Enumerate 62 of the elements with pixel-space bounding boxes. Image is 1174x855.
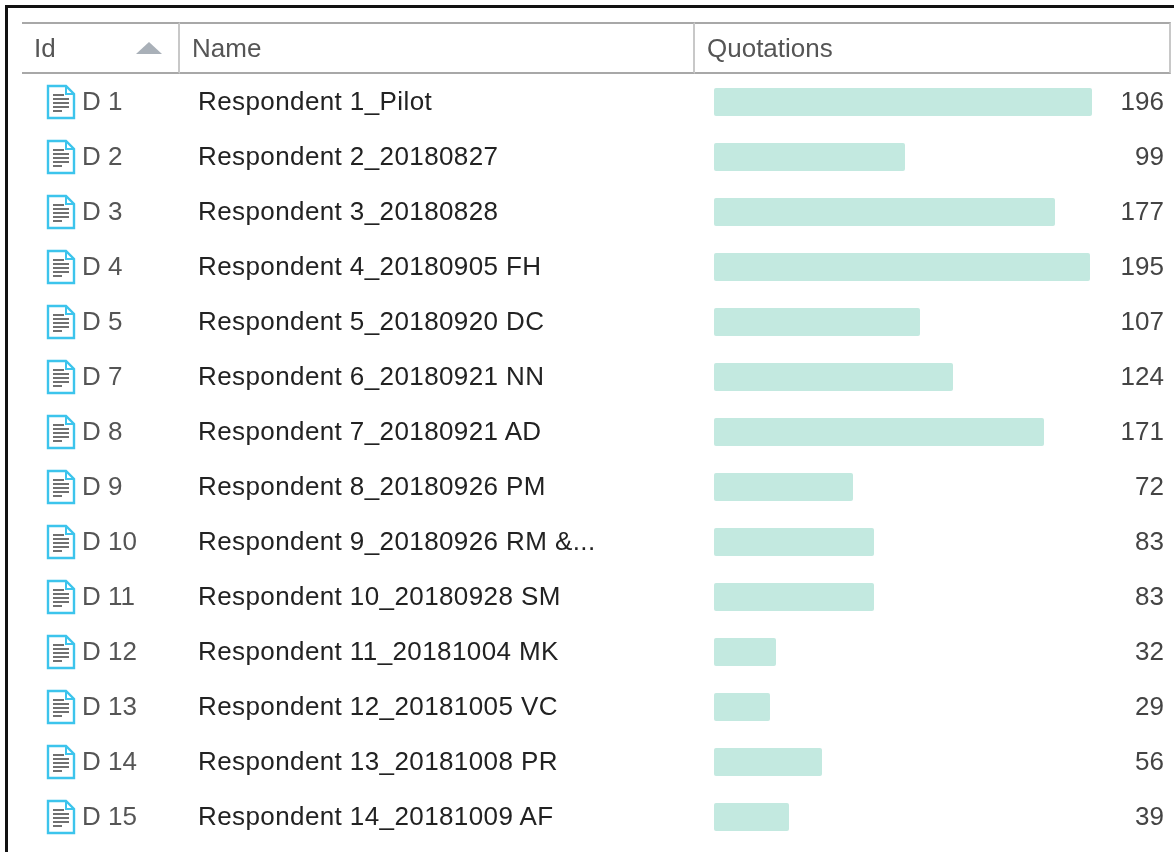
- name-cell: Respondent 13_20181008 PR: [198, 746, 558, 777]
- name-cell: Respondent 3_20180828: [198, 196, 499, 227]
- name-cell: Respondent 11_20181004 MK: [198, 636, 559, 667]
- quotation-count: 72: [1134, 471, 1164, 502]
- id-cell: D 9: [82, 471, 123, 502]
- quotation-count: 124: [1119, 361, 1164, 392]
- id-cell: D 11: [82, 581, 135, 612]
- name-cell: Respondent 5_20180920 DC: [198, 306, 545, 337]
- document-icon: [46, 633, 76, 670]
- id-cell: D 5: [82, 306, 123, 337]
- quotation-count: 83: [1134, 581, 1164, 612]
- name-cell: Respondent 2_20180827: [198, 141, 499, 172]
- sort-ascending-icon: [136, 42, 162, 54]
- name-cell: Respondent 14_20181009 AF: [198, 801, 554, 832]
- id-cell: D 14: [82, 746, 137, 777]
- quotation-count: 56: [1134, 746, 1164, 777]
- id-cell: D 8: [82, 416, 123, 447]
- quotation-count: 32: [1134, 636, 1164, 667]
- name-cell: Respondent 6_20180921 NN: [198, 361, 545, 392]
- name-cell: Respondent 10_20180928 SM: [198, 581, 561, 612]
- document-icon: [46, 138, 76, 175]
- quotation-count: 99: [1134, 141, 1164, 172]
- id-cell: D 13: [82, 691, 137, 722]
- id-cell: D 10: [82, 526, 137, 557]
- document-icon: [46, 413, 76, 450]
- id-cell: D 12: [82, 636, 137, 667]
- quotation-count: 196: [1119, 86, 1164, 117]
- column-header[interactable]: Quotations: [695, 22, 1171, 74]
- document-icon: [46, 358, 76, 395]
- document-icon: [46, 798, 76, 835]
- document-icon: [46, 248, 76, 285]
- name-cell: Respondent 8_20180926 PM: [198, 471, 546, 502]
- quotation-bar: [714, 692, 770, 721]
- column-header[interactable]: Id: [22, 22, 180, 74]
- quotation-count: 195: [1119, 251, 1164, 282]
- id-cell: D 3: [82, 196, 123, 227]
- document-icon: [46, 83, 76, 120]
- document-icon: [46, 578, 76, 615]
- name-cell: Respondent 7_20180921 AD: [198, 416, 542, 447]
- document-icon: [46, 303, 76, 340]
- document-icon: [46, 523, 76, 560]
- name-cell: Respondent 12_20181005 VC: [198, 691, 558, 722]
- quotation-count: 83: [1134, 526, 1164, 557]
- name-cell: Respondent 1_Pilot: [198, 86, 433, 117]
- id-cell: D 1: [82, 86, 123, 117]
- id-cell: D 7: [82, 361, 123, 392]
- document-icon: [46, 468, 76, 505]
- column-header[interactable]: Name: [180, 22, 695, 74]
- name-cell: Respondent 4_20180905 FH: [198, 251, 542, 282]
- quotation-count: 107: [1119, 306, 1164, 337]
- document-icon: [46, 193, 76, 230]
- quotation-count: 171: [1119, 416, 1164, 447]
- document-icon: [46, 743, 76, 780]
- document-icon: [46, 688, 76, 725]
- quotation-count: 177: [1119, 196, 1164, 227]
- quotation-bar: [714, 637, 776, 666]
- id-cell: D 2: [82, 141, 123, 172]
- name-cell: Respondent 9_20180926 RM &...: [198, 526, 596, 557]
- quotation-count: 39: [1134, 801, 1164, 832]
- id-cell: D 4: [82, 251, 123, 282]
- id-cell: D 15: [82, 801, 137, 832]
- quotation-count: 29: [1134, 691, 1164, 722]
